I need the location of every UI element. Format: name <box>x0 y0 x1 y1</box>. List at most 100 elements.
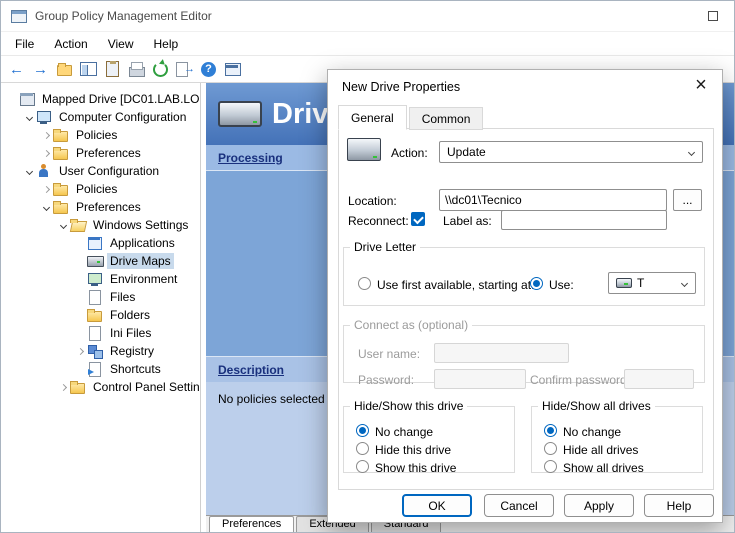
confirm-password-input <box>624 369 694 389</box>
processing-link[interactable]: Processing <box>218 151 283 165</box>
forward-icon[interactable] <box>30 59 51 80</box>
help-icon[interactable] <box>198 59 219 80</box>
use-radio[interactable] <box>530 277 543 290</box>
app-icon <box>11 10 27 23</box>
window-title: Group Policy Management Editor <box>35 9 212 23</box>
ok-button[interactable]: OK <box>402 494 472 517</box>
expander-right-icon[interactable] <box>42 185 49 192</box>
page-icon <box>87 326 103 340</box>
tree-item-files[interactable]: Files <box>1 288 200 306</box>
user-icon <box>36 164 52 178</box>
description-link[interactable]: Description <box>218 363 284 377</box>
dialog-tabs: General Common <box>338 107 485 130</box>
tree-item-label: Registry <box>107 343 157 359</box>
tree-item-label: Files <box>107 289 138 305</box>
expander-down-icon[interactable] <box>25 113 32 120</box>
tree-item-preferences[interactable]: Preferences <box>1 198 200 216</box>
menu-file[interactable]: File <box>5 34 44 54</box>
console-tree-icon[interactable] <box>78 59 99 80</box>
tree-item-shortcuts[interactable]: Shortcuts <box>1 360 200 378</box>
cancel-button[interactable]: Cancel <box>484 494 554 517</box>
tree-item-preferences[interactable]: Preferences <box>1 144 200 162</box>
folder-icon <box>53 146 69 160</box>
maximize-icon[interactable] <box>708 11 718 21</box>
label-as-input[interactable] <box>501 210 667 230</box>
tree-item-folders[interactable]: Folders <box>1 306 200 324</box>
hide-all-drives-radio[interactable] <box>544 442 557 455</box>
drive-letter-group-title: Drive Letter <box>350 240 420 254</box>
folder-icon <box>53 182 69 196</box>
action-select[interactable]: Update <box>439 141 703 163</box>
action-label: Action: <box>391 146 428 160</box>
filter-icon[interactable] <box>222 59 243 80</box>
computer-icon <box>36 110 52 124</box>
expander-down-icon[interactable] <box>42 203 49 210</box>
app-icon <box>87 236 103 250</box>
menu-help[interactable]: Help <box>144 34 189 54</box>
shortcut-icon <box>87 362 103 376</box>
show-this-drive-radio[interactable] <box>356 460 369 473</box>
menu-view[interactable]: View <box>98 34 144 54</box>
drive-letter-select[interactable]: T <box>608 272 696 294</box>
back-icon[interactable] <box>6 59 27 80</box>
action-value: Update <box>447 145 486 159</box>
export-list-icon[interactable] <box>174 59 195 80</box>
reconnect-checkbox[interactable] <box>411 212 425 226</box>
tree-item-label: Preferences <box>73 145 144 161</box>
hide-this-drive-radio[interactable] <box>356 442 369 455</box>
menu-action[interactable]: Action <box>44 34 97 54</box>
tree-item-policies[interactable]: Policies <box>1 180 200 198</box>
tab-common[interactable]: Common <box>409 107 484 130</box>
expander-down-icon[interactable] <box>25 167 32 174</box>
print-icon[interactable] <box>126 59 147 80</box>
tree-item-applications[interactable]: Applications <box>1 234 200 252</box>
tab-general[interactable]: General <box>338 105 407 130</box>
tree-item-registry[interactable]: Registry <box>1 342 200 360</box>
no-change-all-radio[interactable] <box>544 424 557 437</box>
refresh-icon[interactable] <box>150 59 171 80</box>
hide-this-drive-label: Hide this drive <box>375 443 451 457</box>
connect-as-group-title: Connect as (optional) <box>350 318 472 332</box>
use-first-available-radio[interactable] <box>358 277 371 290</box>
tree-item-label: Folders <box>107 307 153 323</box>
tree-item-windows-settings[interactable]: Windows Settings <box>1 216 200 234</box>
tree-item-control-panel-setting[interactable]: Control Panel Setting <box>1 378 200 396</box>
use-first-available-label: Use first available, starting at: <box>377 278 534 292</box>
env-icon <box>87 272 103 286</box>
drive-icon <box>347 138 381 161</box>
properties-icon[interactable] <box>102 59 123 80</box>
tree-item-environment[interactable]: Environment <box>1 270 200 288</box>
hide-show-this-drive-title: Hide/Show this drive <box>350 399 467 413</box>
folder2-icon <box>87 308 103 322</box>
registry-icon <box>87 344 103 358</box>
menubar: File Action View Help <box>1 31 734 56</box>
tree-item-ini-files[interactable]: Ini Files <box>1 324 200 342</box>
tree-item-computer-configuration[interactable]: Computer Configuration <box>1 108 200 126</box>
up-icon[interactable] <box>54 59 75 80</box>
drive-icon <box>87 254 103 268</box>
tree-item-label: Applications <box>107 235 178 251</box>
close-icon[interactable]: × <box>690 75 712 97</box>
expander-right-icon[interactable] <box>42 149 49 156</box>
apply-button[interactable]: Apply <box>564 494 634 517</box>
tree-item-drive-maps[interactable]: Drive Maps <box>1 252 200 270</box>
tab-preferences[interactable]: Preferences <box>209 516 294 532</box>
tree-item-user-configuration[interactable]: User Configuration <box>1 162 200 180</box>
browse-button[interactable]: ... <box>673 189 702 211</box>
location-input[interactable] <box>439 189 667 211</box>
general-tab-page: Action: Update Location: ... Reconnect: … <box>338 128 714 490</box>
show-all-drives-radio[interactable] <box>544 460 557 473</box>
tree-item-label: Environment <box>107 271 180 287</box>
page-icon <box>87 290 103 304</box>
expander-down-icon[interactable] <box>59 221 66 228</box>
folder-icon <box>70 380 86 394</box>
password-input <box>434 369 526 389</box>
help-button[interactable]: Help <box>644 494 714 517</box>
no-change-this-radio[interactable] <box>356 424 369 437</box>
label-as-label: Label as: <box>443 214 492 228</box>
expander-right-icon[interactable] <box>59 383 66 390</box>
tree-item-mapped-drive-dc01-lab-loca[interactable]: Mapped Drive [DC01.LAB.LOCA <box>1 90 200 108</box>
tree-item-policies[interactable]: Policies <box>1 126 200 144</box>
expander-right-icon[interactable] <box>76 347 83 354</box>
expander-right-icon[interactable] <box>42 131 49 138</box>
